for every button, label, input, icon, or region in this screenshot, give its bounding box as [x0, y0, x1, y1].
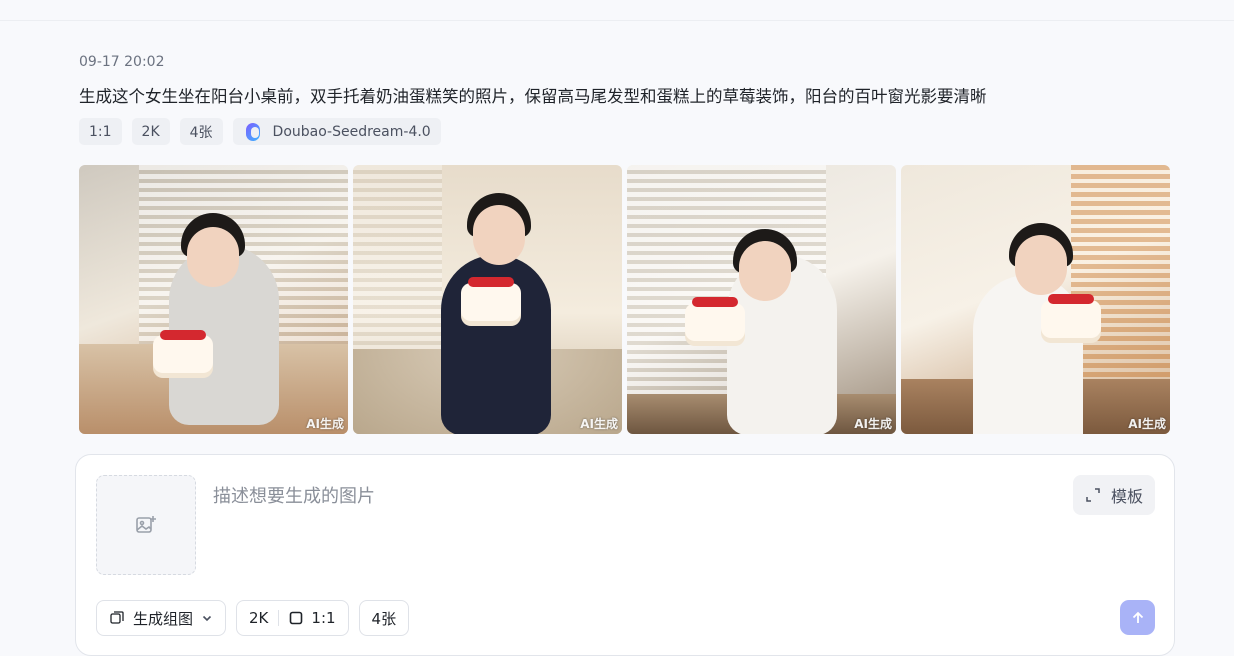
- generation-tags: 1:1 2K 4张 Doubao-Seedream-4.0: [79, 118, 441, 145]
- ai-generated-badge: AI生成: [854, 417, 892, 431]
- ai-generated-badge: AI生成: [580, 417, 618, 431]
- count-label: 4张: [371, 609, 397, 628]
- resolution-label: 2K: [249, 609, 269, 627]
- top-divider: [0, 20, 1234, 21]
- tag-resolution: 2K: [131, 118, 170, 145]
- image-upload-button[interactable]: [96, 475, 196, 575]
- tag-resolution-label: 2K: [141, 123, 160, 140]
- pill-divider: [278, 610, 280, 626]
- tag-model: Doubao-Seedream-4.0: [232, 118, 441, 145]
- prompt-text: 生成这个女生坐在阳台小桌前，双手托着奶油蛋糕笑的照片，保留高马尾发型和蛋糕上的草…: [79, 87, 987, 106]
- tag-ratio-label: 1:1: [89, 123, 112, 140]
- template-button[interactable]: 模板: [1072, 475, 1155, 515]
- chevron-down-icon: [202, 615, 212, 622]
- ai-generated-badge: AI生成: [306, 417, 344, 431]
- message-timestamp: 09-17 20:02: [79, 54, 165, 70]
- image-group-icon: [110, 611, 124, 624]
- image-add-icon: [136, 516, 156, 533]
- ratio-label: 1:1: [311, 609, 336, 627]
- generated-image-1[interactable]: AI生成: [79, 165, 348, 434]
- generated-image-2[interactable]: AI生成: [353, 165, 622, 434]
- count-select[interactable]: 4张: [358, 600, 410, 636]
- template-label: 模板: [1110, 487, 1143, 506]
- tag-count: 4张: [179, 118, 223, 145]
- tag-count-label: 4张: [189, 124, 213, 141]
- mode-select[interactable]: 生成组图: [96, 600, 227, 636]
- generated-image-3[interactable]: AI生成: [627, 165, 896, 434]
- tag-ratio: 1:1: [79, 118, 122, 145]
- square-icon: [290, 611, 303, 625]
- ai-generated-badge: AI生成: [1128, 417, 1166, 431]
- mode-label: 生成组图: [133, 609, 194, 628]
- generated-images: AI生成 AI生成 AI生成 AI生成: [79, 165, 1170, 434]
- composer-toolbar: 生成组图 2K 1:1 4张: [96, 600, 410, 636]
- tag-model-label: Doubao-Seedream-4.0: [272, 123, 431, 140]
- composer-panel: 模板 生成组图 2K 1:1 4张: [75, 454, 1175, 656]
- arrow-up-icon: [1132, 611, 1143, 623]
- model-logo-icon: [243, 122, 263, 142]
- expand-icon: [1086, 488, 1100, 502]
- generated-image-4[interactable]: AI生成: [901, 165, 1170, 434]
- prompt-input[interactable]: [211, 485, 915, 508]
- send-button[interactable]: [1120, 600, 1155, 635]
- size-ratio-select[interactable]: 2K 1:1: [236, 600, 349, 636]
